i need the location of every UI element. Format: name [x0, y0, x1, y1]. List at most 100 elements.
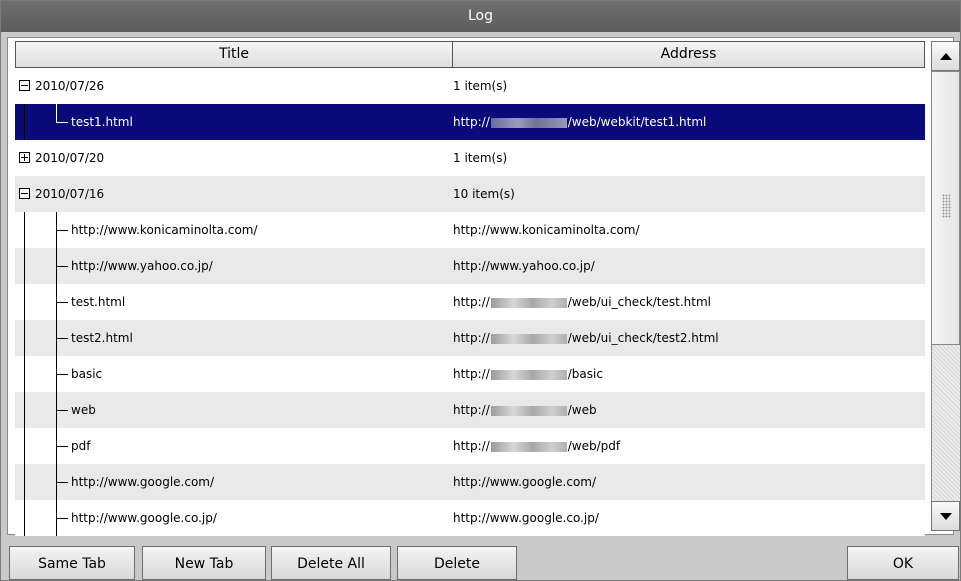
- delete-all-button[interactable]: Delete All: [271, 546, 391, 580]
- new-tab-button[interactable]: New Tab: [142, 546, 266, 580]
- entry-title-label: basic: [71, 367, 103, 381]
- log-tree-list: 2010/07/26 1 item(s) test1.html http:// /web…: [15, 68, 925, 536]
- window-title: Log: [1, 1, 960, 32]
- delete-button[interactable]: Delete: [397, 546, 517, 580]
- title-cell: 2010/07/20: [15, 140, 451, 176]
- tree-line: [24, 356, 25, 392]
- address-prefix: http://www.google.com/: [453, 475, 597, 489]
- address-suffix: /web/ui_check/test2.html: [567, 331, 719, 345]
- title-cell: http://www.google.com/: [15, 464, 451, 500]
- plus-box-icon[interactable]: [19, 152, 30, 163]
- address-cell: http://www.google.com/: [453, 464, 923, 500]
- ok-button[interactable]: OK: [847, 546, 959, 580]
- title-cell: http://www.konicaminolta.com/: [15, 212, 451, 248]
- entry-row[interactable]: test1.html http:// /web/webkit/test1.html: [15, 104, 925, 140]
- column-header-title[interactable]: Title: [15, 41, 453, 68]
- address-prefix: http://: [453, 115, 490, 129]
- title-cell: test.html: [15, 284, 451, 320]
- tree-branch: [56, 302, 68, 303]
- grip-icon: [942, 194, 951, 218]
- minus-box-icon[interactable]: [19, 188, 30, 199]
- tree-line: [24, 428, 25, 464]
- address-prefix: http://: [453, 367, 490, 381]
- entry-row[interactable]: http://www.google.co.jp/http://www.googl…: [15, 500, 925, 536]
- title-cell: test1.html: [15, 104, 451, 140]
- redacted-host: [490, 333, 567, 344]
- address-cell: 10 item(s): [453, 176, 923, 212]
- address-prefix: http://www.yahoo.co.jp/: [453, 259, 595, 273]
- same-tab-button[interactable]: Same Tab: [9, 546, 135, 580]
- group-row[interactable]: 2010/07/20 1 item(s): [15, 140, 925, 176]
- redacted-host: [490, 297, 567, 308]
- group-row[interactable]: 2010/07/26 1 item(s): [15, 68, 925, 104]
- entry-title-label: test1.html: [71, 115, 133, 129]
- address-suffix: /web/webkit/test1.html: [567, 115, 707, 129]
- tree-branch: [56, 338, 68, 339]
- address-suffix: /web/ui_check/test.html: [567, 295, 711, 309]
- entry-row[interactable]: http://www.google.com/http://www.google.…: [15, 464, 925, 500]
- tree-line: [24, 464, 25, 500]
- title-cell: web: [15, 392, 451, 428]
- tree-branch: [56, 266, 68, 267]
- entry-title-label: pdf: [71, 439, 91, 453]
- group-date-label: 2010/07/20: [35, 151, 105, 165]
- entry-title-label: http://www.yahoo.co.jp/: [71, 259, 213, 273]
- scroll-thumb[interactable]: [931, 71, 960, 345]
- tree-line: [24, 248, 25, 284]
- entry-row[interactable]: pdf http:// /web/pdf: [15, 428, 925, 464]
- address-suffix: /web/pdf: [567, 439, 621, 453]
- entry-title-label: http://www.google.com/: [71, 475, 215, 489]
- address-prefix: http://: [453, 439, 490, 453]
- triangle-up-icon: [940, 53, 952, 60]
- tree-line: [24, 212, 25, 248]
- address-cell: http:// /web/ui_check/test.html: [453, 284, 923, 320]
- tree-line: [24, 392, 25, 428]
- tree-line: [24, 320, 25, 356]
- address-prefix: http://: [453, 295, 490, 309]
- item-count-label: 1 item(s): [453, 151, 508, 165]
- tree-line: [56, 104, 57, 122]
- column-header-address[interactable]: Address: [453, 41, 925, 68]
- entry-title-label: http://www.google.co.jp/: [71, 511, 217, 525]
- tree-branch: [56, 482, 68, 483]
- entry-title-label: web: [71, 403, 96, 417]
- redacted-host: [490, 369, 567, 380]
- address-cell: http:// /web: [453, 392, 923, 428]
- title-cell: basic: [15, 356, 451, 392]
- scroll-up-button[interactable]: [931, 41, 960, 71]
- group-row[interactable]: 2010/07/16 10 item(s): [15, 176, 925, 212]
- address-suffix: /web: [567, 403, 597, 417]
- entry-title-label: test2.html: [71, 331, 133, 345]
- entry-title-label: http://www.konicaminolta.com/: [71, 223, 258, 237]
- tree-branch: [56, 374, 68, 375]
- address-cell: http:// /web/webkit/test1.html: [453, 104, 923, 140]
- entry-title-label: test.html: [71, 295, 126, 309]
- title-cell: test2.html: [15, 320, 451, 356]
- scroll-down-button[interactable]: [931, 501, 960, 531]
- address-cell: http:// /basic: [453, 356, 923, 392]
- entry-row[interactable]: test2.html http:// /web/ui_check/test2.htm…: [15, 320, 925, 356]
- entry-row[interactable]: http://www.yahoo.co.jp/http://www.yahoo.…: [15, 248, 925, 284]
- redacted-host: [490, 441, 567, 452]
- group-date-label: 2010/07/26: [35, 79, 105, 93]
- entry-row[interactable]: http://www.konicaminolta.com/http://www.…: [15, 212, 925, 248]
- title-cell: 2010/07/26: [15, 68, 451, 104]
- address-cell: http://www.konicaminolta.com/: [453, 212, 923, 248]
- tree-branch: [56, 446, 68, 447]
- minus-box-icon[interactable]: [19, 80, 30, 91]
- entry-row[interactable]: web http:// /web: [15, 392, 925, 428]
- tree-line: [24, 104, 25, 140]
- entry-row[interactable]: basic http:// /basic: [15, 356, 925, 392]
- list-header: Title Address: [15, 41, 925, 68]
- address-prefix: http://www.konicaminolta.com/: [453, 223, 640, 237]
- entry-row[interactable]: test.html http:// /web/ui_check/test.html: [15, 284, 925, 320]
- tree-branch: [56, 410, 68, 411]
- title-cell: 2010/07/16: [15, 176, 451, 212]
- log-window: Log Title Address 2010/07/26 1 item(s) tes…: [0, 0, 961, 581]
- address-cell: http:// /web/pdf: [453, 428, 923, 464]
- vertical-scrollbar[interactable]: [931, 41, 961, 535]
- tree-line: [24, 284, 25, 320]
- address-suffix: /basic: [567, 367, 603, 381]
- redacted-host: [490, 405, 567, 416]
- tree-branch: [56, 230, 68, 231]
